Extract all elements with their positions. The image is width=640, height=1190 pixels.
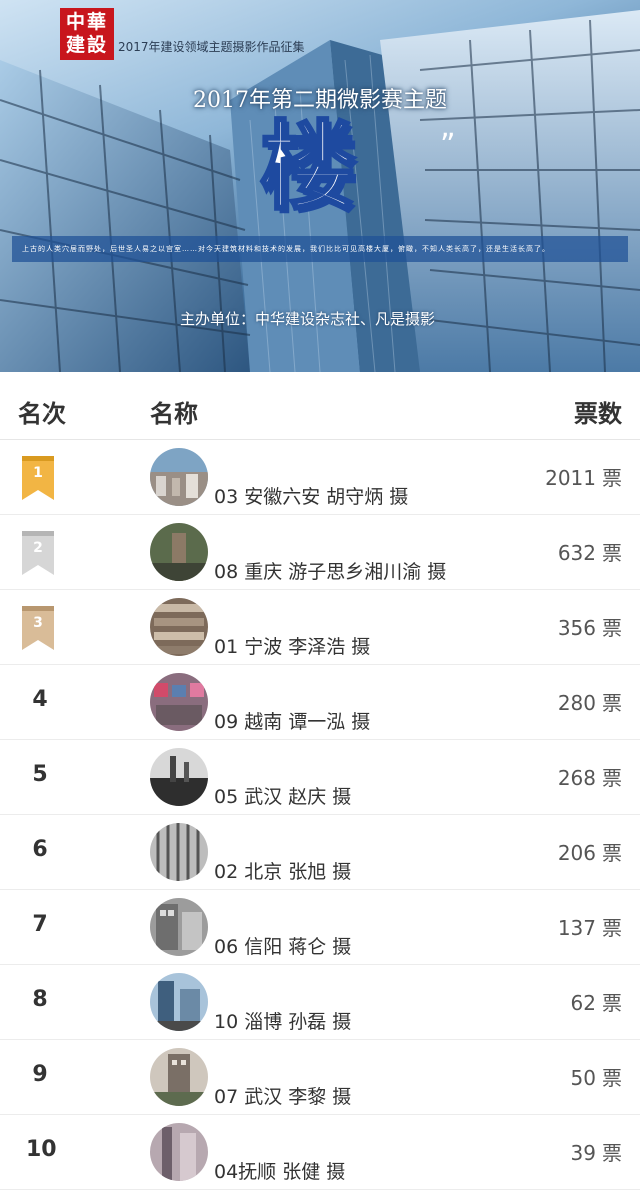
vote-number: 2011 [545,466,596,490]
gold-ribbon-icon: 1 [22,456,54,500]
ranking-row[interactable]: 3 01 宁波 李泽浩 摄 356 票 [0,590,640,665]
entry-thumbnail[interactable] [150,973,208,1031]
entry-name: 01 宁波 李泽浩 摄 [214,636,371,658]
vote-number: 137 [557,916,596,940]
entry-thumbnail[interactable] [150,898,208,956]
vote-number: 356 [557,616,596,640]
vote-count: 206 票 [558,837,622,866]
banner-subtitle: 2017年第二期微影赛主题 [193,88,447,113]
vote-unit: 票 [602,1066,622,1090]
ranking-list: 1 03 安徽六安 胡守炳 摄 2011 票 2 08 重庆 游子思乡湘川渝 摄 … [0,440,640,1190]
vote-count: 268 票 [558,762,622,791]
rank-number: 1 [33,465,43,481]
ranking-row[interactable]: 7 06 信阳 蒋仑 摄 137 票 [0,890,640,965]
header-rank: 名次 [18,400,66,428]
rank-number: 3 [33,615,43,631]
vote-number: 50 [570,1066,596,1090]
ranking-header: 名次 名称 票数 [0,372,640,440]
rank-number: 5 [32,762,48,787]
vote-number: 268 [557,766,596,790]
vote-unit: 票 [602,541,622,565]
ranking-row[interactable]: 5 05 武汉 赵庆 摄 268 票 [0,740,640,815]
bronze-ribbon-icon: 3 [22,606,54,650]
vote-count: 50 票 [571,1062,622,1091]
ranking-row[interactable]: 8 10 淄博 孙磊 摄 62 票 [0,965,640,1040]
ranking-row[interactable]: 4 09 越南 谭一泓 摄 280 票 [0,665,640,740]
vote-unit: 票 [602,616,622,640]
vote-number: 39 [570,1141,596,1165]
vote-unit: 票 [602,466,622,490]
vote-number: 206 [557,841,596,865]
ranking-row[interactable]: 2 08 重庆 游子思乡湘川渝 摄 632 票 [0,515,640,590]
vote-count: 2011 票 [545,462,622,491]
vote-number: 62 [570,991,596,1015]
entry-thumbnail[interactable] [150,448,208,506]
ranking-row[interactable]: 6 02 北京 张旭 摄 206 票 [0,815,640,890]
vote-count: 39 票 [571,1137,622,1166]
rank-number: 2 [33,540,43,556]
silver-ribbon-icon: 2 [22,531,54,575]
entry-thumbnail[interactable] [150,598,208,656]
entry-name: 08 重庆 游子思乡湘川渝 摄 [214,561,447,583]
entry-name: 09 越南 谭一泓 摄 [214,711,371,733]
vote-count: 280 票 [558,687,622,716]
entry-name: 04抚顺 张健 摄 [214,1161,346,1183]
entry-name: 10 淄博 孙磊 摄 [214,1011,352,1033]
entry-thumbnail[interactable] [150,1048,208,1106]
rank-number: 9 [32,1062,48,1087]
entry-thumbnail[interactable] [150,523,208,581]
banner-title: 楼 [259,111,358,224]
banner-organizer: 主办单位：中华建设杂志社、凡是摄影 [180,310,436,328]
entry-thumbnail[interactable] [150,748,208,806]
vote-unit: 票 [602,841,622,865]
vote-unit: 票 [602,1141,622,1165]
vote-unit: 票 [602,916,622,940]
entry-thumbnail[interactable] [150,1123,208,1181]
entry-name: 06 信阳 蒋仑 摄 [214,936,352,958]
logo: 中華 建設 [60,8,114,60]
vote-unit: 票 [602,991,622,1015]
ranking-row[interactable]: 10 04抚顺 张健 摄 39 票 [0,1115,640,1190]
vote-count: 137 票 [558,912,622,941]
entry-name: 07 武汉 李黎 摄 [214,1086,352,1108]
quote-mark-icon: ” [440,128,456,163]
logo-line-2: 建設 [65,34,108,56]
ranking-row[interactable]: 1 03 安徽六安 胡守炳 摄 2011 票 [0,440,640,515]
header-name: 名称 [150,400,198,428]
rank-number: 4 [32,687,48,712]
vote-count: 632 票 [558,537,622,566]
vote-count: 62 票 [571,987,622,1016]
ranking-row[interactable]: 9 07 武汉 李黎 摄 50 票 [0,1040,640,1115]
banner-caption: 2017年建设领域主题摄影作品征集 [118,40,305,54]
banner: 中華 建設 2017年建设领域主题摄影作品征集 2017年第二期微影赛主题 楼 … [0,0,640,372]
vote-unit: 票 [602,691,622,715]
vote-unit: 票 [602,766,622,790]
entry-thumbnail[interactable] [150,823,208,881]
vote-number: 280 [557,691,596,715]
entry-thumbnail[interactable] [150,673,208,731]
logo-line-1: 中華 [65,11,108,33]
rank-number: 10 [26,1137,57,1162]
vote-count: 356 票 [558,612,622,641]
banner-description: 上古的人类穴居而野处，后世圣人易之以宫室……对今天建筑材料和技术的发展，我们比比… [12,236,628,262]
entry-name: 03 安徽六安 胡守炳 摄 [214,486,409,508]
rank-number: 8 [32,987,48,1012]
vote-number: 632 [557,541,596,565]
header-votes: 票数 [574,400,622,428]
entry-name: 05 武汉 赵庆 摄 [214,786,352,808]
rank-number: 6 [32,837,48,862]
entry-name: 02 北京 张旭 摄 [214,861,352,883]
rank-number: 7 [32,912,48,937]
